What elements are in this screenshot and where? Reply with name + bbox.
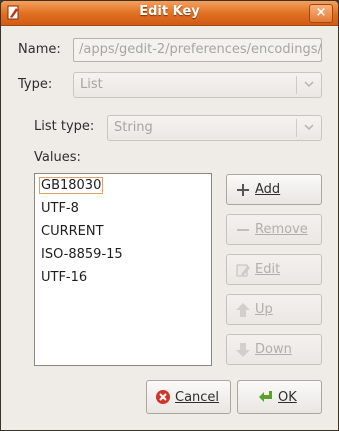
edit-icon [236, 264, 250, 276]
cancel-button-label: Cancel [175, 389, 220, 405]
edit-key-dialog: Edit Key × Name: /apps/gedit-2/preferenc… [0, 0, 339, 431]
ok-button[interactable]: OK [237, 380, 322, 414]
type-label: Type: [18, 77, 53, 92]
chevron-down-icon [304, 124, 314, 131]
plus-icon [237, 183, 249, 196]
list-item[interactable]: GB18030 [37, 174, 209, 197]
cancel-button[interactable]: Cancel [146, 380, 231, 414]
list-item[interactable]: CURRENT [37, 220, 209, 243]
type-combo-value: List [80, 77, 103, 92]
list-item[interactable]: ISO-8859-15 [37, 243, 209, 266]
remove-button-label: Remove [255, 222, 308, 237]
minus-icon [237, 228, 249, 231]
cancel-icon [156, 390, 170, 404]
list-item-text: UTF-16 [41, 270, 88, 285]
add-button[interactable]: Add [226, 174, 322, 205]
list-item[interactable]: UTF-8 [37, 197, 209, 220]
down-button[interactable]: Down [226, 334, 322, 365]
list-type-label: List type: [34, 119, 95, 134]
combo-separator [296, 76, 297, 94]
list-item-text: GB18030 [38, 177, 104, 194]
window-title: Edit Key [139, 4, 200, 19]
list-item-text: ISO-8859-15 [41, 247, 123, 262]
down-button-label: Down [255, 342, 292, 357]
list-item-text: UTF-8 [41, 201, 79, 216]
values-list[interactable]: GB18030 UTF-8 CURRENT ISO-8859-15 UTF-16 [34, 173, 212, 366]
edit-button[interactable]: Edit [226, 254, 322, 285]
name-field[interactable]: /apps/gedit-2/preferences/encodings/auto… [73, 38, 322, 62]
list-item-text: CURRENT [41, 224, 104, 239]
arrow-down-icon [236, 342, 250, 357]
ok-arrow-icon [259, 391, 272, 402]
remove-button[interactable]: Remove [226, 214, 322, 245]
edit-button-label: Edit [255, 262, 281, 277]
titlebar[interactable]: Edit Key × [1, 1, 338, 26]
list-type-combo-value: String [114, 120, 153, 135]
arrow-up-icon [236, 302, 250, 317]
up-button[interactable]: Up [226, 294, 322, 325]
combo-separator [296, 119, 297, 137]
add-button-label: Add [255, 182, 281, 197]
close-button[interactable]: × [309, 4, 333, 23]
ok-button-label: OK [278, 389, 297, 405]
chevron-down-icon [304, 81, 314, 88]
type-combo[interactable]: List [73, 72, 322, 98]
list-type-combo[interactable]: String [107, 115, 322, 141]
values-label: Values: [34, 150, 81, 165]
up-button-label: Up [255, 302, 273, 317]
name-label: Name: [18, 42, 61, 57]
list-item[interactable]: UTF-16 [37, 266, 209, 289]
